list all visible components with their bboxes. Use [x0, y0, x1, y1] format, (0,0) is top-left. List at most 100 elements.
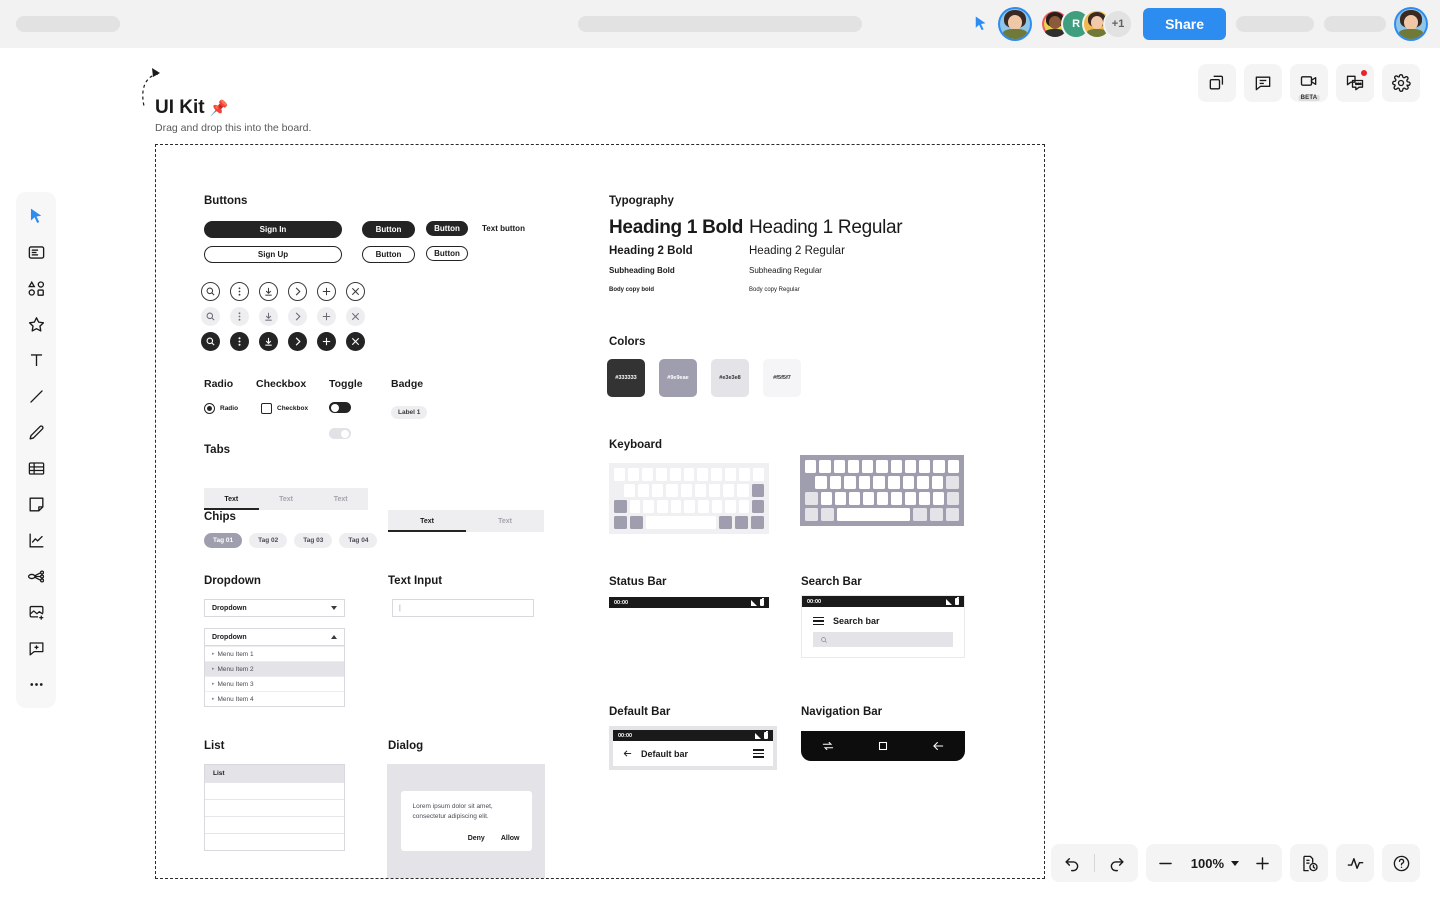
keyboard-key[interactable]	[637, 484, 650, 497]
keyboard-key[interactable]	[931, 476, 944, 489]
tool-sticky-note[interactable]	[20, 488, 52, 520]
keyboard-key[interactable]	[694, 484, 707, 497]
keyboard-key[interactable]	[669, 468, 681, 481]
keyboard-key[interactable]	[697, 468, 709, 481]
tool-table[interactable]	[20, 452, 52, 484]
keyboard-key[interactable]	[670, 500, 682, 513]
tool-templates[interactable]	[20, 236, 52, 268]
zoom-level-selector[interactable]: 100%	[1185, 844, 1243, 882]
keyboard-key[interactable]	[719, 516, 733, 529]
keyboard-light[interactable]	[609, 463, 769, 534]
keyboard-key[interactable]	[738, 500, 750, 513]
button-outline-small[interactable]: Button	[426, 246, 468, 261]
tool-mindmap[interactable]	[20, 560, 52, 592]
keyboard-key[interactable]	[652, 484, 664, 497]
avatar-current-user[interactable]	[1000, 9, 1031, 39]
keyboard-key[interactable]	[904, 460, 917, 473]
keyboard-key[interactable]	[751, 516, 765, 529]
keyboard-key[interactable]	[805, 460, 817, 473]
keyboard-key[interactable]	[833, 460, 845, 473]
tab-item-2[interactable]: Text	[259, 488, 314, 510]
keyboard-key[interactable]	[623, 484, 635, 497]
keyboard-key[interactable]	[751, 484, 765, 497]
keyboard-key[interactable]	[829, 476, 842, 489]
help-button[interactable]	[1382, 844, 1420, 882]
keyboard-key[interactable]	[891, 492, 902, 505]
dropdown-closed[interactable]: Dropdown	[204, 599, 345, 617]
keyboard-key[interactable]	[725, 500, 736, 513]
tool-text[interactable]	[20, 344, 52, 376]
keyboard-key[interactable]	[643, 500, 654, 513]
back-icon[interactable]	[931, 739, 945, 753]
tool-pen[interactable]	[20, 416, 52, 448]
activity-button[interactable]	[1336, 844, 1374, 882]
keyboard-key[interactable]	[821, 508, 835, 521]
keyboard-key[interactable]	[697, 500, 709, 513]
tab-item-2[interactable]: Text	[466, 510, 544, 532]
keyboard-key[interactable]	[945, 508, 959, 521]
keyboard-key[interactable]	[737, 484, 749, 497]
frames-button[interactable]	[1198, 64, 1236, 102]
checkbox-box[interactable]	[261, 403, 272, 414]
list-item[interactable]	[205, 799, 344, 816]
avatar-overflow-count[interactable]: +1	[1103, 9, 1134, 39]
undo-button[interactable]	[1051, 844, 1094, 882]
list-item[interactable]	[205, 816, 344, 833]
keyboard-key[interactable]	[725, 468, 737, 481]
toggle-on[interactable]	[329, 402, 351, 413]
recents-icon[interactable]	[821, 739, 835, 753]
tool-image[interactable]	[20, 596, 52, 628]
tab-item-3[interactable]: Text	[313, 488, 368, 510]
keyboard-key[interactable]	[849, 492, 861, 505]
keyboard-key[interactable]	[844, 476, 856, 489]
keyboard-key[interactable]	[814, 476, 827, 489]
chip-2[interactable]: Tag 02	[249, 533, 288, 548]
icon-button-next-ghost[interactable]	[288, 307, 307, 326]
keyboard-key[interactable]	[805, 492, 819, 505]
dropdown-menu-item-3[interactable]: ▸ Menu Item 3	[205, 676, 344, 691]
keyboard-key[interactable]	[614, 516, 627, 529]
keyboard-key[interactable]	[904, 492, 916, 505]
keyboard-key[interactable]	[629, 516, 643, 529]
settings-button[interactable]	[1382, 64, 1420, 102]
keyboard-key[interactable]	[739, 468, 751, 481]
icon-button-add[interactable]	[317, 282, 336, 301]
icon-button-more-ghost[interactable]	[230, 307, 249, 326]
dropdown-menu-item-2[interactable]: ▸ Menu Item 2	[205, 661, 344, 676]
keyboard-key[interactable]	[887, 476, 900, 489]
search-input[interactable]	[813, 632, 953, 647]
keyboard-key[interactable]	[629, 500, 641, 513]
collaborator-avatars[interactable]: R +1	[1040, 9, 1134, 39]
keyboard-key[interactable]	[863, 492, 875, 505]
keyboard-key[interactable]	[752, 500, 765, 513]
icon-button-add-ghost[interactable]	[317, 307, 336, 326]
zoom-out-button[interactable]	[1146, 844, 1185, 882]
keyboard-key[interactable]	[657, 500, 668, 513]
keyboard-key[interactable]	[858, 476, 871, 489]
dropdown-menu-item-1[interactable]: ▸ Menu Item 1	[205, 646, 344, 661]
zoom-in-button[interactable]	[1243, 844, 1282, 882]
keyboard-key[interactable]	[835, 492, 847, 505]
text-input[interactable]: |	[392, 599, 534, 617]
checkbox-control[interactable]: Checkbox	[261, 403, 308, 414]
icon-button-more-solid[interactable]	[230, 332, 249, 351]
sign-in-button[interactable]: Sign In	[204, 221, 342, 238]
keyboard-key[interactable]	[917, 476, 929, 489]
button-outline-large[interactable]: Button	[362, 246, 415, 263]
keyboard-key[interactable]	[711, 468, 723, 481]
icon-button-search-ghost[interactable]	[201, 307, 220, 326]
tool-cursor-select[interactable]	[20, 200, 52, 232]
button-filled-small[interactable]: Button	[426, 221, 468, 236]
text-button[interactable]: Text button	[482, 224, 525, 233]
home-icon[interactable]	[876, 739, 890, 753]
tool-shapes[interactable]	[20, 272, 52, 304]
keyboard-key[interactable]	[873, 476, 885, 489]
keyboard-key[interactable]	[709, 484, 721, 497]
keyboard-key[interactable]	[655, 468, 667, 481]
icon-button-download-ghost[interactable]	[259, 307, 278, 326]
keyboard-key[interactable]	[876, 460, 888, 473]
back-arrow-icon[interactable]	[622, 748, 633, 759]
keyboard-key[interactable]	[919, 460, 931, 473]
keyboard-key[interactable]	[890, 460, 902, 473]
icon-button-download-solid[interactable]	[259, 332, 278, 351]
